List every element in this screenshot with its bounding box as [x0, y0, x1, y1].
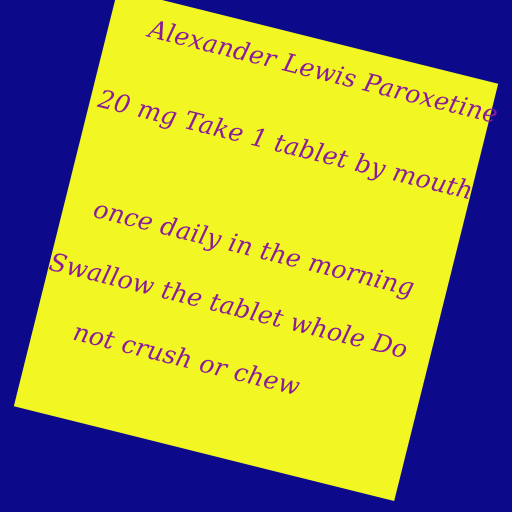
sticky-note: Alexander Lewis Paroxetine 20 mg Take 1 …: [13, 0, 501, 502]
